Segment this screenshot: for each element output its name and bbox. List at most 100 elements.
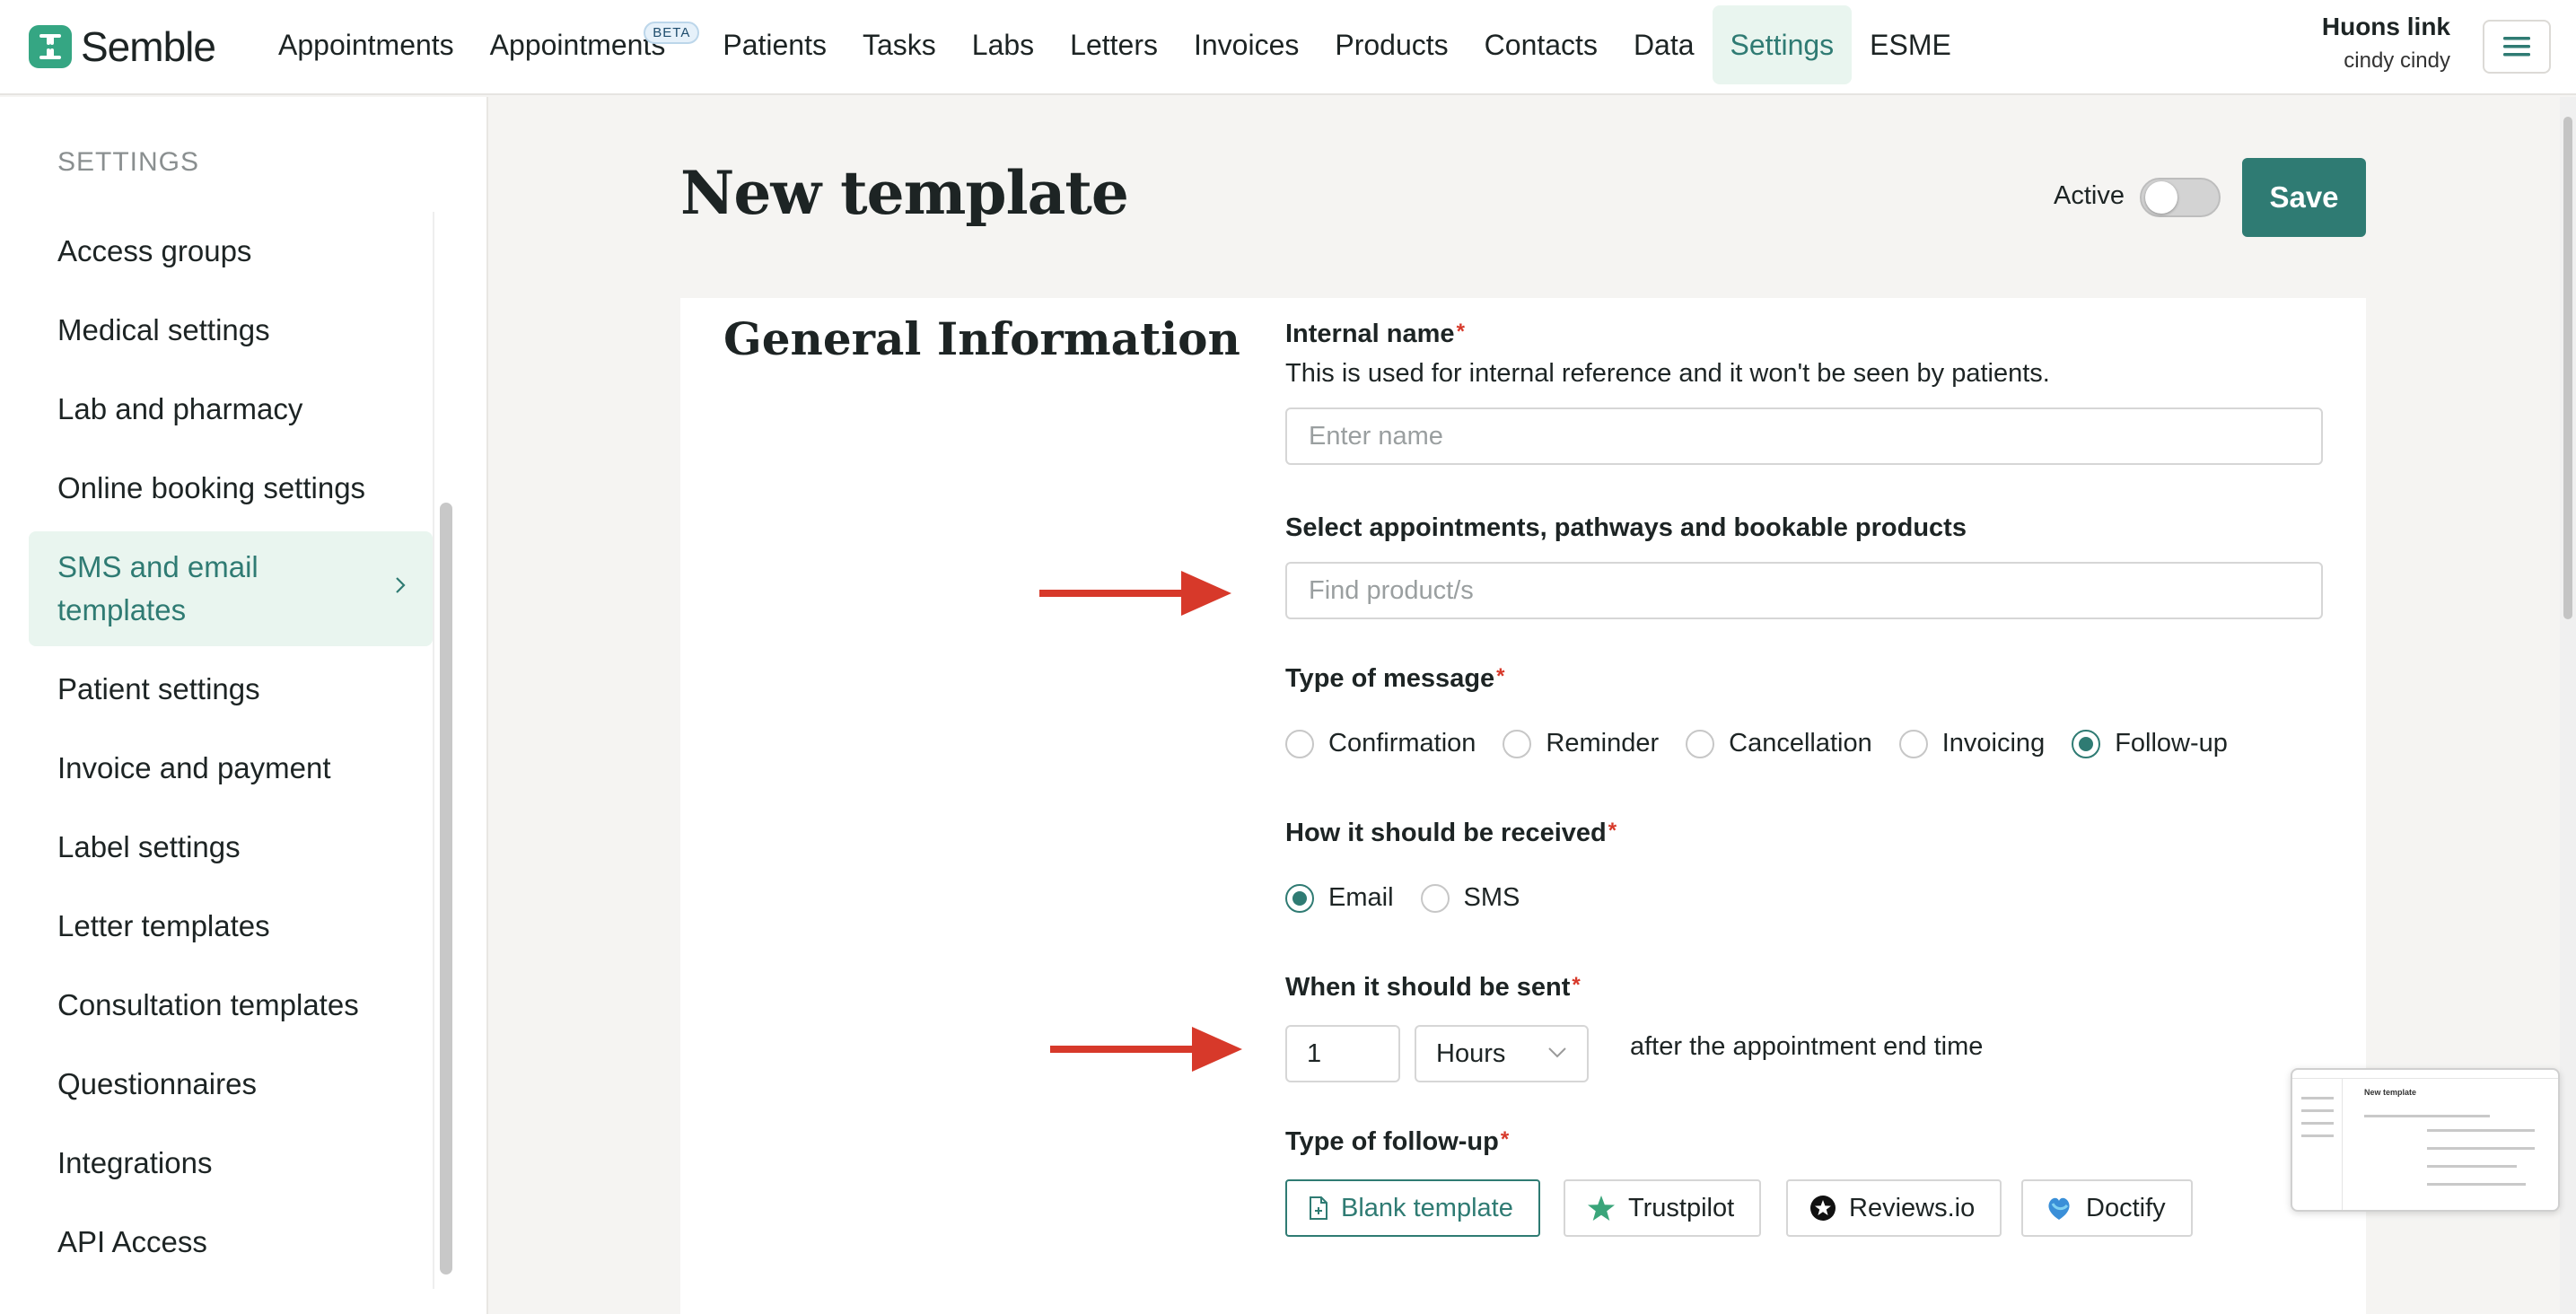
doctify-icon <box>2045 1195 2073 1222</box>
semble-logo[interactable]: Semble <box>29 23 216 70</box>
button-label: Blank template <box>1341 1193 1513 1222</box>
radio-circle <box>1420 883 1450 913</box>
sidebar-item-api-access[interactable]: API Access <box>29 1203 433 1282</box>
reviews-star-icon <box>1809 1195 1836 1222</box>
sidebar-item-online-booking[interactable]: Online booking settings <box>29 449 433 528</box>
sidebar-item-label: Consultation templates <box>57 988 359 1021</box>
sidebar-item-integrations[interactable]: Integrations <box>29 1124 433 1203</box>
internal-name-help: This is used for internal reference and … <box>1285 359 2050 388</box>
user-organisation: Huons link <box>2321 13 2450 40</box>
radio-circle-checked <box>2072 729 2101 758</box>
thumb-line <box>2427 1165 2517 1168</box>
annotation-arrow-send-timing <box>1050 1027 1242 1072</box>
radio-reminder[interactable]: Reminder <box>1503 729 1659 758</box>
sidebar-item-patient-settings[interactable]: Patient settings <box>29 650 433 729</box>
sidebar-item-consultation-templates[interactable]: Consultation templates <box>29 966 433 1045</box>
radio-cancellation[interactable]: Cancellation <box>1686 729 1872 758</box>
label-text: Type of follow-up <box>1285 1127 1499 1156</box>
nav-label: Products <box>1335 28 1449 61</box>
sidebar-scrollbar-thumb[interactable] <box>440 503 452 1275</box>
required-asterisk: * <box>1456 320 1465 344</box>
settings-sidebar: SETTINGS Access groups Medical settings … <box>0 97 488 1314</box>
nav-patients[interactable]: Patients <box>705 5 845 84</box>
radio-invoicing[interactable]: Invoicing <box>1898 729 2045 758</box>
product-search-input[interactable]: Find product/s <box>1285 562 2323 619</box>
nav-label: Labs <box>971 28 1035 61</box>
follow-up-doctify-button[interactable]: Doctify <box>2021 1179 2193 1237</box>
active-toggle[interactable] <box>2140 178 2221 217</box>
nav-contacts[interactable]: Contacts <box>1467 5 1616 84</box>
general-information-card: General Information Internal name* This … <box>680 298 2366 1314</box>
send-amount-input[interactable]: 1 <box>1285 1025 1400 1082</box>
radio-sms[interactable]: SMS <box>1420 883 1520 913</box>
sidebar-item-label: Letter templates <box>57 909 270 942</box>
delivery-method-radio-group: Email SMS <box>1285 883 1546 913</box>
nav-label: Appointments <box>489 28 666 61</box>
radio-label: Cancellation <box>1729 729 1872 758</box>
nav-letters[interactable]: Letters <box>1052 5 1176 84</box>
follow-up-blank-template-button[interactable]: Blank template <box>1285 1179 1540 1237</box>
logo-text: Semble <box>81 23 216 70</box>
sidebar-item-letter-templates[interactable]: Letter templates <box>29 887 433 966</box>
radio-circle <box>1503 729 1532 758</box>
toggle-knob <box>2145 181 2177 214</box>
sidebar-item-questionnaires[interactable]: Questionnaires <box>29 1045 433 1124</box>
sidebar-item-invoice-payment[interactable]: Invoice and payment <box>29 729 433 808</box>
follow-up-trustpilot-button[interactable]: Trustpilot <box>1564 1179 1762 1237</box>
thumb-title: New template <box>2364 1088 2417 1097</box>
chevron-right-icon <box>396 577 406 593</box>
nav-settings[interactable]: Settings <box>1712 5 1853 84</box>
sidebar-item-label: Patient settings <box>57 672 260 705</box>
sidebar-item-lab-and-pharmacy[interactable]: Lab and pharmacy <box>29 370 433 449</box>
save-button[interactable]: Save <box>2242 158 2366 237</box>
main-nav: Appointments Appointments BETA Patients … <box>260 0 1969 90</box>
sidebar-item-medical-settings[interactable]: Medical settings <box>29 291 433 370</box>
required-asterisk: * <box>1500 1127 1510 1152</box>
internal-name-input[interactable]: Enter name <box>1285 407 2323 465</box>
radio-follow-up[interactable]: Follow-up <box>2072 729 2228 758</box>
sidebar-item-sms-email-templates[interactable]: SMS and email templates <box>29 531 433 646</box>
internal-name-label: Internal name* <box>1285 320 1465 349</box>
select-value: Hours <box>1436 1038 1506 1068</box>
nav-products[interactable]: Products <box>1317 5 1466 84</box>
sidebar-item-label: Medical settings <box>57 313 270 346</box>
menu-button[interactable] <box>2483 20 2551 74</box>
nav-label: Invoices <box>1193 28 1300 61</box>
sidebar-item-label: SMS and email templates <box>57 550 258 626</box>
follow-up-type-label: Type of follow-up* <box>1285 1127 1509 1157</box>
delivery-method-label: How it should be received* <box>1285 819 1617 848</box>
nav-appointments-beta[interactable]: Appointments BETA <box>472 5 700 84</box>
screenshot-preview-thumbnail[interactable]: New template <box>2291 1068 2560 1212</box>
user-info[interactable]: Huons link cindy cindy <box>2322 13 2450 74</box>
nav-labs[interactable]: Labs <box>954 5 1052 84</box>
follow-up-reviews-io-button[interactable]: Reviews.io <box>1786 1179 2002 1237</box>
nav-invoices[interactable]: Invoices <box>1176 5 1317 84</box>
radio-confirmation[interactable]: Confirmation <box>1285 729 1476 758</box>
page-scrollbar-thumb[interactable] <box>2563 117 2572 619</box>
nav-label: Tasks <box>862 28 936 61</box>
nav-esme[interactable]: ESME <box>1852 5 1969 84</box>
radio-label: Confirmation <box>1328 729 1476 758</box>
nav-label: Settings <box>1730 28 1835 61</box>
top-navigation-bar: Semble Appointments Appointments BETA Pa… <box>0 0 2576 95</box>
sidebar-list: Access groups Medical settings Lab and p… <box>29 212 433 1282</box>
message-type-label: Type of message* <box>1285 664 1505 694</box>
label-text: When it should be sent <box>1285 973 1571 1002</box>
thumb-line <box>2364 1115 2490 1117</box>
nav-tasks[interactable]: Tasks <box>845 5 954 84</box>
send-unit-select[interactable]: Hours <box>1415 1025 1589 1082</box>
nav-appointments[interactable]: Appointments <box>260 5 472 84</box>
thumb-line <box>2427 1183 2526 1186</box>
radio-circle <box>1898 729 1928 758</box>
user-name: cindy cindy <box>2344 48 2450 73</box>
sidebar-item-label-settings[interactable]: Label settings <box>29 808 433 887</box>
radio-email[interactable]: Email <box>1285 883 1394 913</box>
sidebar-item-label: Integrations <box>57 1146 213 1179</box>
button-label: Trustpilot <box>1628 1193 1735 1222</box>
nav-data[interactable]: Data <box>1616 5 1713 84</box>
sidebar-heading: SETTINGS <box>57 147 200 177</box>
sidebar-item-label: Label settings <box>57 830 241 863</box>
message-type-radio-group: Confirmation Reminder Cancellation Invoi… <box>1285 729 2255 758</box>
sidebar-item-access-groups[interactable]: Access groups <box>29 212 433 291</box>
nav-label: Appointments <box>278 28 454 61</box>
